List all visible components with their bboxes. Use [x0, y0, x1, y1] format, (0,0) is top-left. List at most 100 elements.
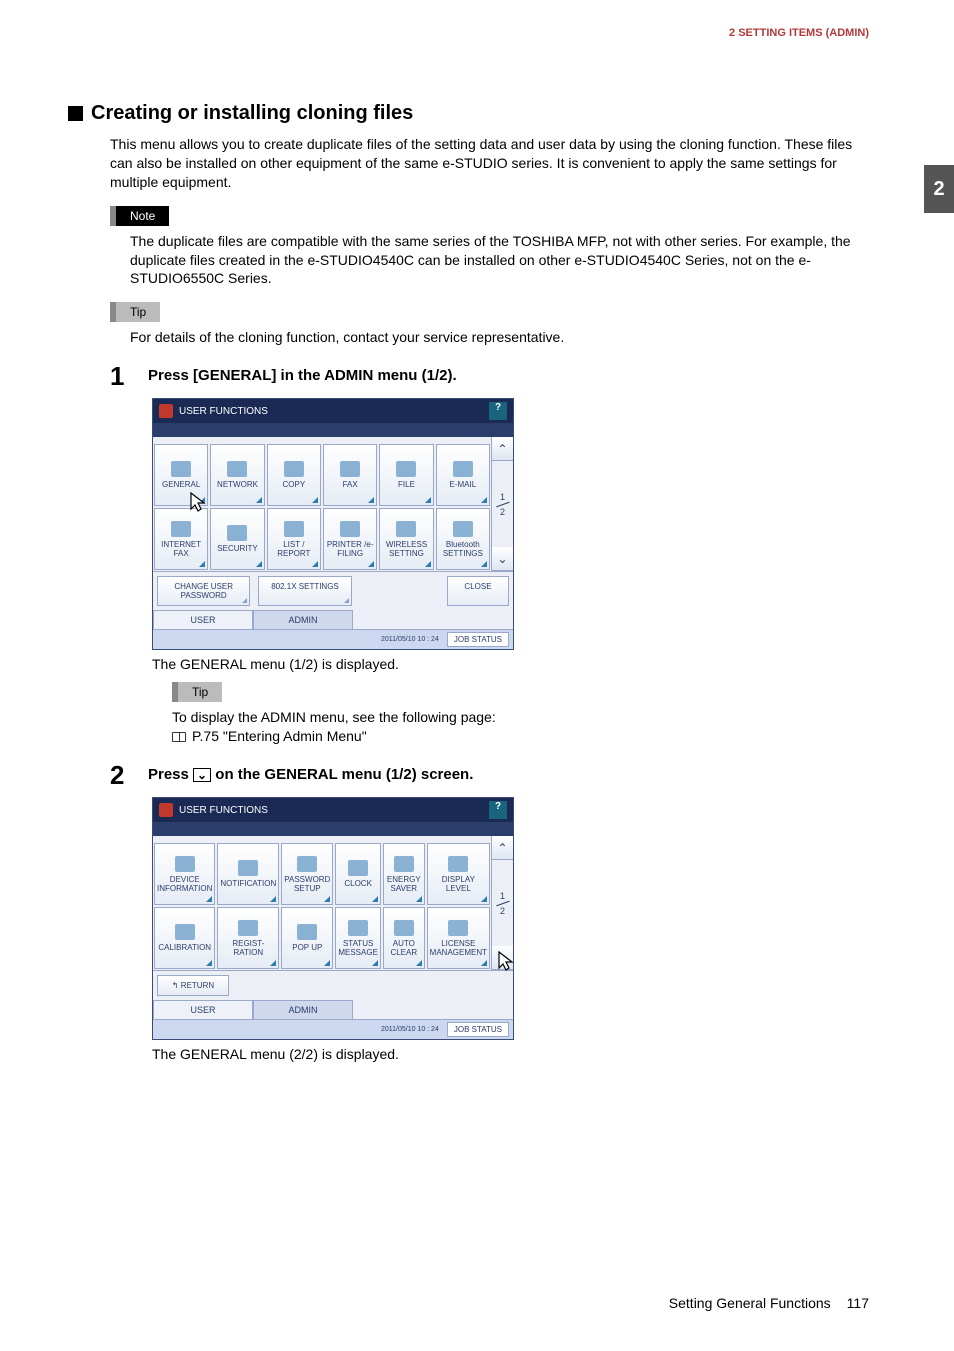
mfp-panel-button[interactable]: POP UP: [281, 907, 333, 969]
mfp-panel-button[interactable]: NETWORK: [210, 444, 264, 506]
mfp-panel-button[interactable]: WIRELESS SETTING: [379, 508, 433, 570]
mfp-panel-button[interactable]: ENERGY SAVER: [383, 843, 425, 905]
panel-icon: [396, 461, 416, 477]
panel-icon: [448, 920, 468, 936]
section-title: Creating or installing cloning files: [91, 102, 413, 125]
return-button[interactable]: ↰ RETURN: [157, 975, 229, 996]
panel-label: GENERAL: [162, 480, 200, 489]
panel-label: LIST / REPORT: [270, 540, 318, 558]
panel-icon: [340, 521, 360, 537]
panel-icon: [453, 461, 473, 477]
mfp-logo-icon: [159, 803, 173, 817]
panel-icon: [394, 856, 414, 872]
panel-icon: [297, 856, 317, 872]
mfp-panel-button[interactable]: Bluetooth SETTINGS: [436, 508, 490, 570]
panel-icon: [238, 920, 258, 936]
panel-icon: [284, 461, 304, 477]
mfp-panel-button[interactable]: CLOCK: [335, 843, 381, 905]
section-bullet-icon: [68, 106, 83, 121]
scroll-up-button[interactable]: ⌃: [492, 836, 513, 860]
mfp-logo-icon: [159, 404, 173, 418]
panel-label: NOTIFICATION: [220, 879, 276, 888]
mfp-panel-button[interactable]: DEVICE INFORMATION: [154, 843, 215, 905]
panel-icon: [453, 521, 473, 537]
mfp-panel-button[interactable]: SECURITY: [210, 508, 264, 570]
mfp-panel-button[interactable]: NOTIFICATION: [217, 843, 279, 905]
close-button[interactable]: CLOSE: [447, 576, 509, 606]
panel-icon: [394, 920, 414, 936]
panel-label: LICENSE MANAGEMENT: [430, 939, 487, 957]
panel-label: WIRELESS SETTING: [382, 540, 430, 558]
tip1-label: Tip: [110, 302, 160, 322]
header-breadcrumb: 2 SETTING ITEMS (ADMIN): [729, 27, 869, 39]
note-label: Note: [110, 206, 169, 226]
scroll-up-button[interactable]: ⌃: [492, 437, 513, 461]
tab-user[interactable]: USER: [153, 610, 253, 629]
step2-number: 2: [110, 760, 134, 791]
panel-icon: [175, 856, 195, 872]
job-status-button[interactable]: JOB STATUS: [447, 632, 509, 647]
panel-label: SECURITY: [217, 544, 257, 553]
mfp-panel-button[interactable]: COPY: [267, 444, 321, 506]
panel-label: Bluetooth SETTINGS: [439, 540, 487, 558]
job-status-button[interactable]: JOB STATUS: [447, 1022, 509, 1037]
panel-label: ENERGY SAVER: [386, 875, 422, 893]
8021x-settings-button[interactable]: 802.1X SETTINGS: [258, 576, 351, 606]
panel-label: PASSWORD SETUP: [284, 875, 330, 893]
note-body: The duplicate files are compatible with …: [130, 232, 853, 289]
tab-user[interactable]: USER: [153, 1000, 253, 1019]
panel-label: NETWORK: [217, 480, 258, 489]
step1-number: 1: [110, 361, 134, 392]
step2-text: Press ⌄ on the GENERAL menu (1/2) screen…: [148, 760, 473, 791]
tab-admin[interactable]: ADMIN: [253, 610, 353, 629]
mfp-panel-button[interactable]: PASSWORD SETUP: [281, 843, 333, 905]
scroll-down-button[interactable]: ⌄: [492, 547, 513, 571]
tab-admin[interactable]: ADMIN: [253, 1000, 353, 1019]
panel-label: FAX: [343, 480, 358, 489]
panel-icon: [348, 920, 368, 936]
mfp-title-text: USER FUNCTIONS: [179, 406, 268, 417]
mfp-panel-button[interactable]: FAX: [323, 444, 377, 506]
mfp-panel-button[interactable]: LIST / REPORT: [267, 508, 321, 570]
help-icon[interactable]: ?: [489, 402, 507, 420]
tip2-body: To display the ADMIN menu, see the follo…: [172, 708, 853, 746]
panel-icon: [227, 525, 247, 541]
timestamp: 2011/05/10 10 : 24: [381, 636, 439, 643]
panel-icon: [227, 461, 247, 477]
help-icon[interactable]: ?: [489, 801, 507, 819]
tip1-body: For details of the cloning function, con…: [130, 328, 853, 347]
step2-result: The GENERAL menu (2/2) is displayed.: [152, 1046, 853, 1062]
panel-label: FILE: [398, 480, 415, 489]
chapter-tab: 2: [924, 165, 954, 213]
mfp-panel-button[interactable]: REGIST-RATION: [217, 907, 279, 969]
mfp-title-text: USER FUNCTIONS: [179, 805, 268, 816]
panel-label: AUTO CLEAR: [386, 939, 422, 957]
mfp-panel-button[interactable]: LICENSE MANAGEMENT: [427, 907, 490, 969]
panel-label: CLOCK: [344, 879, 372, 888]
page-indicator: 1 2: [492, 860, 513, 946]
mfp-screenshot-2: USER FUNCTIONS ? DEVICE INFORMATION NOTIF…: [152, 797, 514, 1040]
step1-result: The GENERAL menu (1/2) is displayed.: [152, 656, 853, 672]
panel-icon: [348, 860, 368, 876]
mfp-panel-button[interactable]: AUTO CLEAR: [383, 907, 425, 969]
panel-icon: [340, 461, 360, 477]
scroll-down-button[interactable]: ⌄: [492, 946, 513, 970]
book-icon: [172, 732, 186, 742]
mfp-panel-button[interactable]: GENERAL: [154, 444, 208, 506]
mfp-panel-button[interactable]: FILE: [379, 444, 433, 506]
mfp-panel-button[interactable]: PRINTER /e-FILING: [323, 508, 377, 570]
mfp-panel-button[interactable]: STATUS MESSAGE: [335, 907, 381, 969]
panel-label: PRINTER /e-FILING: [326, 540, 374, 558]
page-indicator: 1 2: [492, 461, 513, 547]
panel-label: COPY: [282, 480, 305, 489]
mfp-panel-button[interactable]: E-MAIL: [436, 444, 490, 506]
mfp-panel-button[interactable]: CALIBRATION: [154, 907, 215, 969]
section-intro: This menu allows you to create duplicate…: [110, 135, 853, 192]
panel-icon: [171, 521, 191, 537]
change-user-password-button[interactable]: CHANGE USER PASSWORD: [157, 576, 250, 606]
mfp-panel-button[interactable]: INTERNET FAX: [154, 508, 208, 570]
panel-icon: [284, 521, 304, 537]
timestamp: 2011/05/10 10 : 24: [381, 1026, 439, 1033]
mfp-panel-button[interactable]: DISPLAY LEVEL: [427, 843, 490, 905]
panel-icon: [171, 461, 191, 477]
